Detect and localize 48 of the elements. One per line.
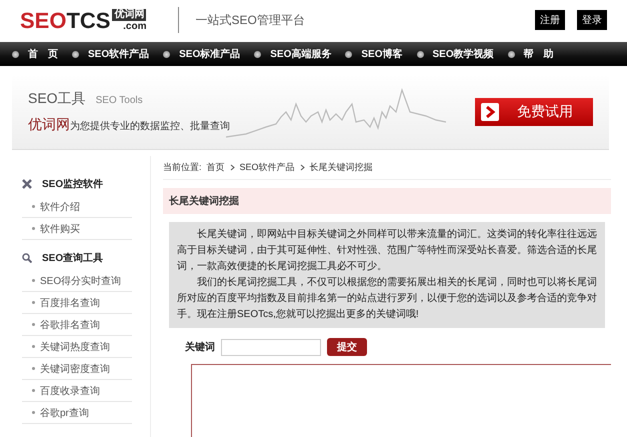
- header-button[interactable]: 注册: [535, 10, 565, 30]
- banner-subtitle: SEO Tools: [96, 94, 143, 106]
- nav-item[interactable]: SEO高端服务: [254, 47, 332, 61]
- chevron-icon: [300, 164, 305, 171]
- sidebar-item[interactable]: 谷歌排名查询: [22, 314, 132, 336]
- breadcrumb-link[interactable]: 长尾关键词挖掘: [310, 161, 373, 174]
- brand-name: 优词网: [28, 116, 70, 134]
- sidebar-item[interactable]: 关键词密度查询: [22, 358, 132, 380]
- breadcrumb-link[interactable]: 首页: [206, 161, 225, 174]
- banner-title: SEO工具: [28, 90, 86, 108]
- bullet-icon: [508, 50, 515, 58]
- chevron-icon: [481, 102, 499, 120]
- bullet-icon: [254, 50, 262, 58]
- sidebar-item[interactable]: 软件介绍: [22, 196, 132, 218]
- breadcrumb-label: 当前位置:: [163, 161, 202, 174]
- sidebar-item[interactable]: 百度收录查询: [22, 380, 132, 402]
- header-button[interactable]: 登录: [577, 10, 607, 30]
- sidebar-item[interactable]: 百度排名查询: [22, 292, 132, 314]
- search-icon: [22, 253, 32, 263]
- keyword-input[interactable]: [221, 338, 321, 356]
- crossed-tools-icon: [22, 179, 32, 189]
- breadcrumb-link[interactable]: SEO软件产品: [240, 161, 295, 174]
- bullet-icon: [416, 50, 424, 58]
- tagline: 一站式SEO管理平台: [195, 12, 306, 28]
- sidebar-item[interactable]: 谷歌pr查询: [22, 402, 132, 424]
- bullet-icon: [163, 50, 170, 58]
- sidebar-item[interactable]: SEO得分实时查询: [22, 270, 132, 292]
- bullet-icon: [72, 50, 79, 58]
- sidebar-item[interactable]: 关键词热度查询: [22, 336, 132, 358]
- description-paragraph: 长尾关键词，即网站中目标关键词之外同样可以带来流量的词汇。这类词的转化率往往远远高于目标关键词，由于其可延伸性、针对性强、范围广等特性而深受站长喜爱。筛选合适的长尾词，一款高效便捷的长尾词挖掘工具必不可少。: [177, 228, 597, 274]
- submit-button[interactable]: 提交: [327, 338, 367, 356]
- chevron-icon: [230, 164, 235, 171]
- panel-title: 长尾关键词挖掘: [163, 188, 611, 214]
- nav-item[interactable]: SEO软件产品: [72, 47, 150, 61]
- description-paragraph: 我们的长尾词挖掘工具，不仅可以根据您的需要拓展出相关的长尾词，同时也可以将长尾词所对应的百度平均指数及目前排名第一的站点进行罗列，以便于您的选词以及参考合适的竞争对手。现在注册SEOTcs,您就可以挖掘出更多的关键词哦!: [177, 276, 597, 322]
- sidebar-section-title: SEO查询工具: [42, 252, 104, 265]
- keyword-label: 关键词: [185, 340, 215, 354]
- nav-item[interactable]: SEO标准产品: [163, 47, 240, 61]
- nav-item[interactable]: SEO博客: [345, 47, 402, 61]
- bullet-icon: [345, 50, 352, 58]
- sidebar-section-title: SEO监控软件: [42, 178, 104, 191]
- nav-item[interactable]: SEO教学视频: [416, 47, 494, 61]
- free-trial-button[interactable]: 免费试用: [475, 98, 593, 126]
- slogan: 为您提供专业的数据监控、批量查询: [70, 120, 230, 132]
- nav-item[interactable]: 首 页: [12, 47, 58, 61]
- nav-item[interactable]: 帮 助: [508, 47, 554, 61]
- bullet-icon: [12, 50, 19, 58]
- sidebar-item[interactable]: 软件购买: [22, 218, 132, 240]
